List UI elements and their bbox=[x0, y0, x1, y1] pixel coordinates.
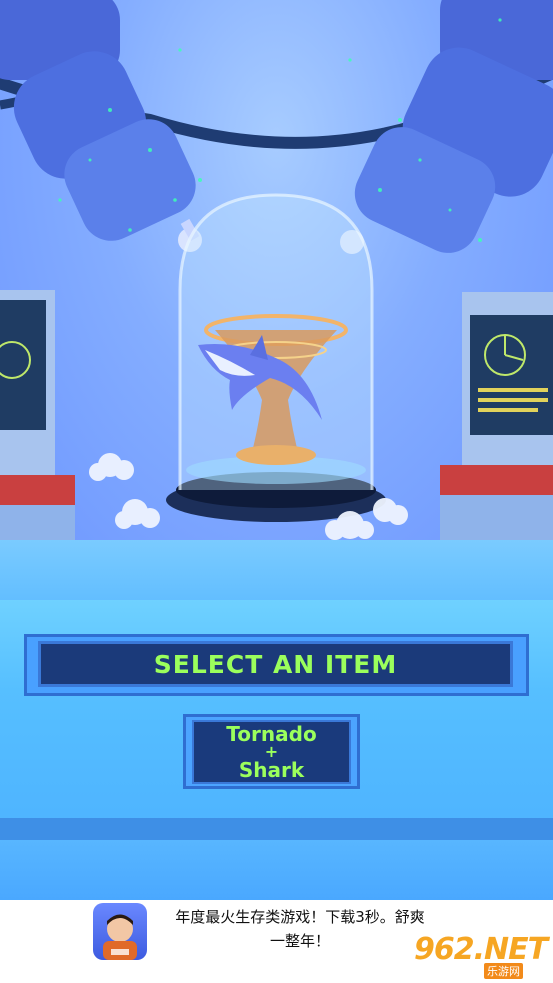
item-name-line2: Shark bbox=[238, 758, 305, 782]
game-scene: SELECT AN ITEM Tornado + Shark bbox=[0, 0, 553, 900]
site-watermark: 962.NET 乐游网 bbox=[414, 932, 550, 980]
left-console bbox=[0, 290, 75, 565]
select-item-title: SELECT AN ITEM bbox=[153, 649, 398, 679]
item-card-inner: Tornado + Shark bbox=[192, 720, 351, 784]
ad-app-icon[interactable] bbox=[93, 903, 147, 960]
select-item-banner-inner: SELECT AN ITEM bbox=[38, 641, 513, 687]
right-console bbox=[440, 292, 553, 575]
item-name-plus: + bbox=[264, 742, 279, 761]
ad-text-line2: 一整年！ bbox=[269, 932, 330, 950]
counter-edge bbox=[0, 818, 553, 840]
item-tornado-shark-button[interactable]: Tornado + Shark bbox=[183, 714, 360, 789]
select-item-banner: SELECT AN ITEM bbox=[24, 634, 529, 696]
watermark-tag: 乐游网 bbox=[484, 963, 523, 979]
ad-text[interactable]: 年度最火生存类游戏！下载3秒。舒爽 一整年！ bbox=[150, 905, 450, 953]
lab-illustration bbox=[0, 0, 553, 575]
counter-bottom bbox=[0, 840, 553, 900]
ad-text-line1: 年度最火生存类游戏！下载3秒。舒爽 bbox=[175, 908, 425, 926]
watermark-brand: 962.NET bbox=[414, 932, 548, 967]
